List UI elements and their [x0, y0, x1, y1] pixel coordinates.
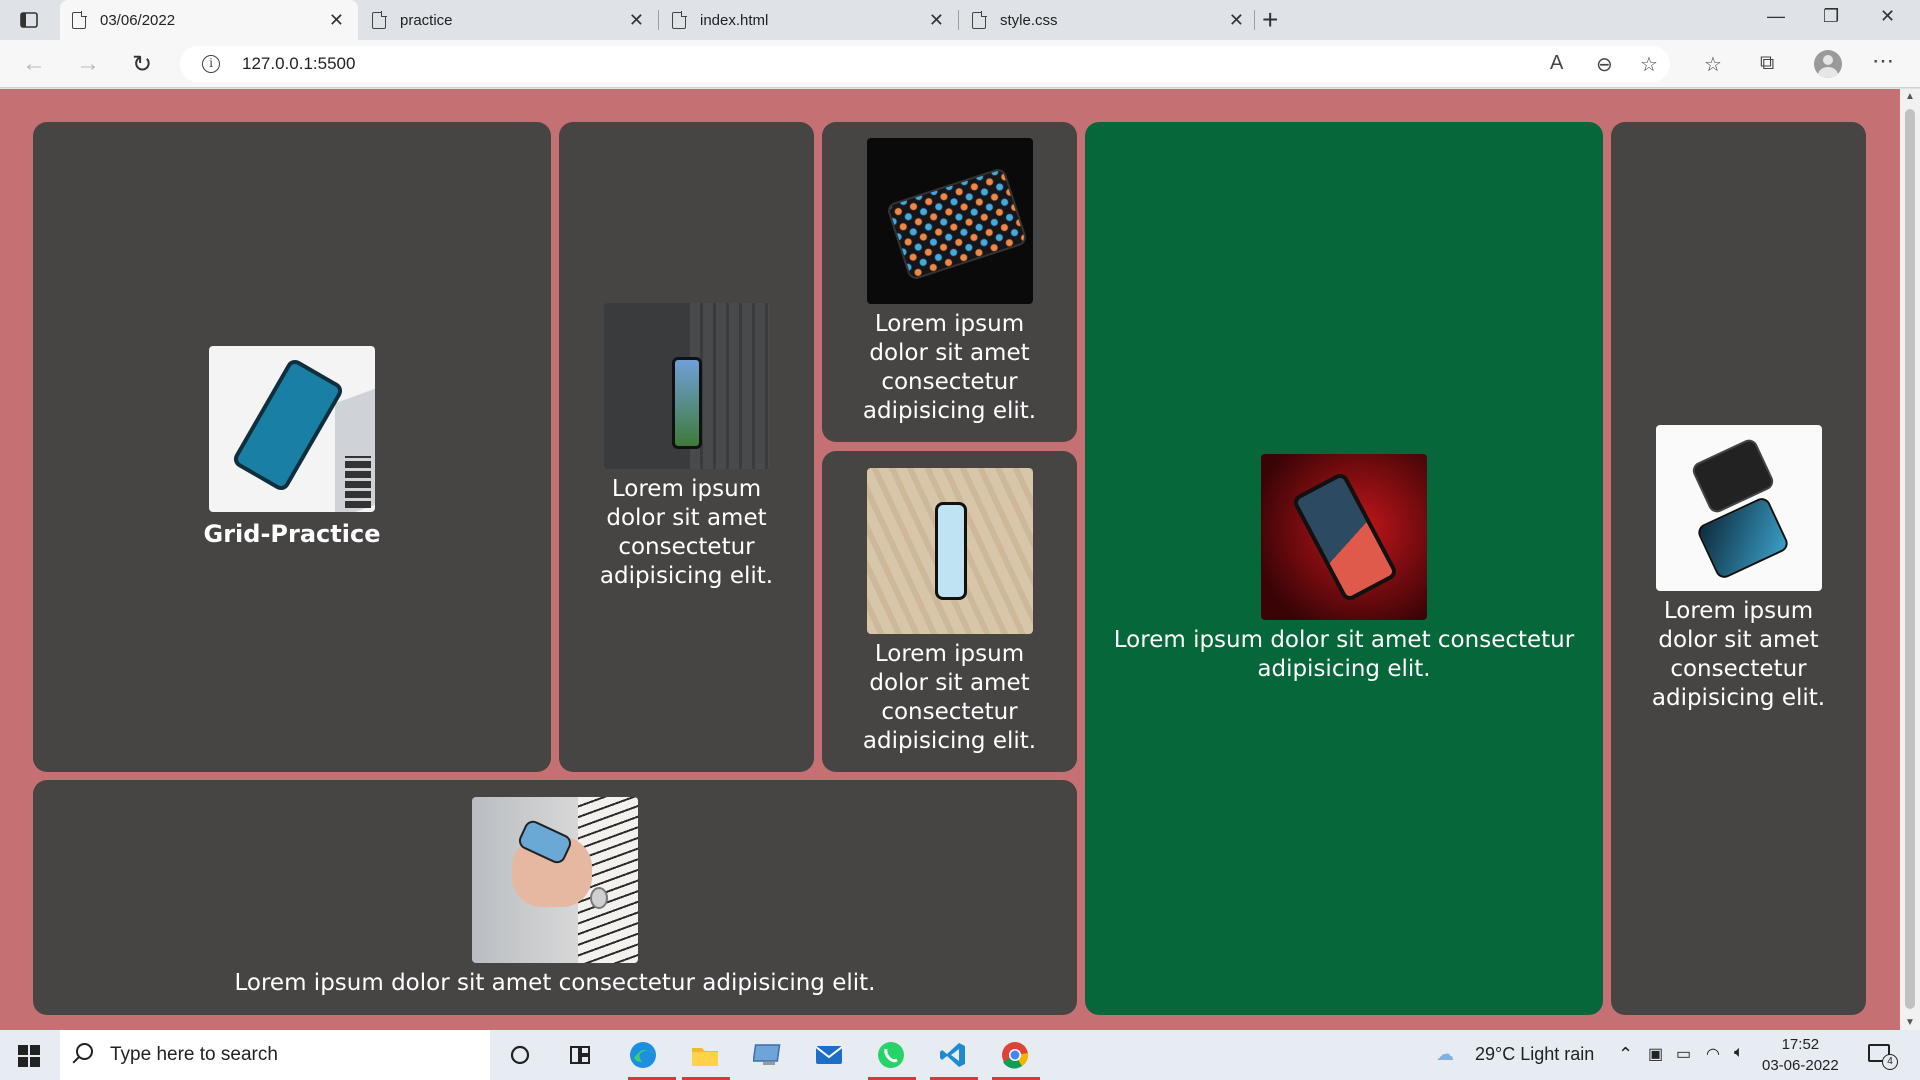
file-explorer-icon[interactable]: [688, 1039, 722, 1071]
add-favorite-icon[interactable]: ☆: [1640, 52, 1658, 77]
card-description: Lorem ipsum dolor sit amet consectetur a…: [599, 476, 774, 589]
volume-icon[interactable]: 🔈︎: [1734, 1044, 1744, 1062]
tab-practice[interactable]: practice ✕: [360, 0, 658, 40]
tab-actions-icon[interactable]: [14, 8, 44, 32]
tab-label: practice: [400, 11, 453, 29]
chevron-up-icon[interactable]: ⌃: [1618, 1044, 1633, 1065]
tab-style-css[interactable]: style.css ✕: [960, 0, 1258, 40]
collections-icon[interactable]: ⧉: [1760, 52, 1774, 75]
more-menu-icon[interactable]: ⋯: [1872, 48, 1894, 74]
card-description: Lorem ipsum dolor sit amet consectetur a…: [234, 970, 876, 996]
scrollbar-thumb[interactable]: [1905, 109, 1915, 1009]
tab-separator: [1254, 10, 1255, 30]
grid-practice-card: Grid-Practice: [33, 122, 551, 772]
search-icon: [76, 1043, 93, 1060]
taskbar-clock[interactable]: 17:52 03-06-2022: [1762, 1034, 1839, 1076]
phone-red-image: [1261, 453, 1427, 620]
document-icon: [672, 10, 687, 29]
document-icon: [372, 10, 387, 29]
taskbar-search-field[interactable]: Type here to search: [60, 1030, 490, 1080]
windows-taskbar: Type here to search ☁ 29°C Light rain ⌃ …: [0, 1030, 1920, 1080]
chrome-icon[interactable]: [998, 1039, 1032, 1071]
whatsapp-icon[interactable]: [874, 1039, 908, 1071]
scroll-up-arrow-icon[interactable]: ▲: [1905, 91, 1915, 102]
close-icon[interactable]: ✕: [1229, 10, 1244, 31]
featured-green-card: Lorem ipsum dolor sit amet consectetur a…: [1085, 122, 1603, 1015]
phone-on-laptop-image: [209, 346, 375, 512]
card-description: Lorem ipsum dolor sit amet consectetur a…: [1113, 626, 1575, 682]
clock-time: 17:52: [1781, 1036, 1820, 1053]
tab-label: style.css: [1000, 11, 1058, 29]
mail-icon[interactable]: [812, 1039, 846, 1071]
weather-icon[interactable]: ☁: [1436, 1044, 1454, 1065]
address-field[interactable]: i 127.0.0.1:5500: [180, 46, 1670, 82]
search-placeholder: Type here to search: [110, 1044, 278, 1065]
card-description: Lorem ipsum dolor sit amet consectetur a…: [862, 640, 1037, 754]
feature-card-3: Lorem ipsum dolor sit amet consectetur a…: [822, 122, 1077, 442]
minimize-icon[interactable]: —: [1767, 6, 1785, 27]
meet-now-icon[interactable]: ▣: [1648, 1044, 1663, 1064]
windows-start-icon[interactable]: [18, 1045, 40, 1067]
forward-arrow-icon[interactable]: →: [76, 50, 100, 78]
notification-count: 4: [1882, 1054, 1898, 1070]
tab-active[interactable]: 03/06/2022 ✕: [60, 0, 358, 40]
feature-card-2: Lorem ipsum dolor sit amet consectetur a…: [559, 122, 814, 772]
scroll-down-arrow-icon[interactable]: ▼: [1905, 1017, 1915, 1028]
close-icon[interactable]: ✕: [929, 10, 944, 31]
feature-card-4: Lorem ipsum dolor sit amet consectetur a…: [822, 451, 1077, 772]
two-phones-image: [1655, 424, 1822, 591]
page-title: Grid-Practice: [203, 520, 381, 548]
favorites-icon[interactable]: ☆: [1704, 52, 1722, 77]
card-description: Lorem ipsum dolor sit amet consectetur a…: [862, 311, 1037, 424]
phone-on-wood-image: [866, 467, 1033, 634]
profile-avatar-icon[interactable]: [1814, 50, 1842, 78]
document-icon: [72, 10, 87, 29]
feature-card-6: Lorem ipsum dolor sit amet consectetur a…: [1611, 122, 1866, 1015]
close-icon[interactable]: ✕: [329, 10, 344, 31]
read-aloud-icon[interactable]: A: [1550, 52, 1563, 75]
tab-separator: [958, 10, 959, 30]
hands-holding-phone-image: [472, 797, 638, 963]
tab-separator: [658, 10, 659, 30]
url-text[interactable]: 127.0.0.1:5500: [242, 54, 355, 74]
clock-date: 03-06-2022: [1762, 1057, 1839, 1074]
wifi-icon[interactable]: ◠: [1706, 1044, 1720, 1064]
reload-icon[interactable]: ↻: [132, 50, 152, 79]
vscode-icon[interactable]: [936, 1039, 970, 1071]
weather-text[interactable]: 29°C Light rain: [1475, 1044, 1594, 1065]
restore-icon[interactable]: ❐: [1823, 6, 1839, 27]
card-description: Lorem ipsum dolor sit amet consectetur a…: [1651, 597, 1826, 711]
phone-on-desk-image: [603, 303, 770, 469]
desktop-app-icon[interactable]: [751, 1039, 785, 1071]
close-window-icon[interactable]: ✕: [1880, 6, 1895, 27]
tab-label: 03/06/2022: [100, 11, 176, 29]
close-icon[interactable]: ✕: [629, 10, 644, 31]
battery-icon[interactable]: ▭: [1676, 1044, 1691, 1064]
cortana-icon[interactable]: [503, 1039, 537, 1071]
edge-browser-icon[interactable]: [626, 1039, 660, 1071]
info-icon[interactable]: i: [202, 55, 220, 73]
phone-apps-dark-image: [866, 138, 1033, 304]
page-scrollbar[interactable]: ▲ ▼: [1900, 89, 1920, 1030]
page-viewport: Grid-Practice Lorem ipsum dolor sit amet…: [0, 89, 1900, 1030]
back-arrow-icon[interactable]: ←: [22, 50, 46, 78]
address-toolbar: ← → ↻ i 127.0.0.1:5500 A ⊖ ☆ ☆ ⧉ ⋯: [0, 40, 1920, 88]
new-tab-icon[interactable]: +: [1262, 4, 1278, 36]
tab-label: index.html: [700, 11, 769, 29]
tab-index-html[interactable]: index.html ✕: [660, 0, 958, 40]
zoom-out-icon[interactable]: ⊖: [1596, 52, 1613, 77]
tab-bar: 03/06/2022 ✕ practice ✕ index.html ✕ sty…: [0, 0, 1920, 40]
document-icon: [972, 10, 987, 29]
task-view-icon[interactable]: [563, 1039, 597, 1071]
feature-card-7: Lorem ipsum dolor sit amet consectetur a…: [33, 780, 1077, 1015]
